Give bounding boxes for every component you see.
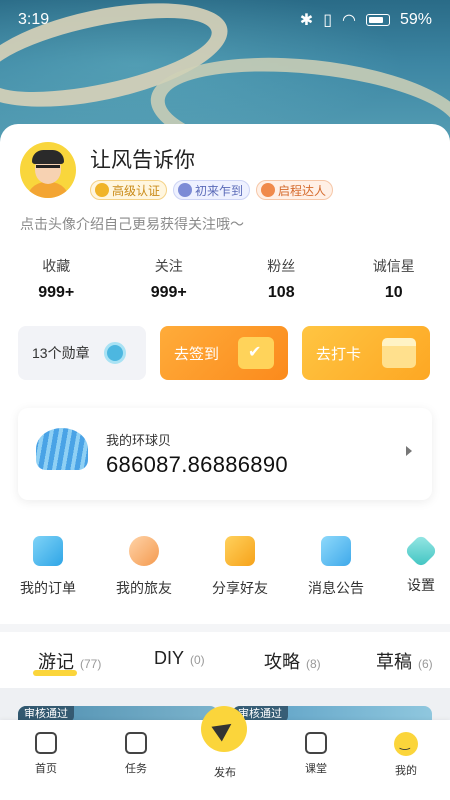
friends-icon (129, 536, 159, 566)
shell-label: 我的环球贝 (106, 433, 172, 448)
badge-newcomer[interactable]: 初来乍到 (173, 180, 251, 200)
status-time: 3:19 (18, 11, 50, 28)
medal-icon (103, 342, 126, 364)
bottom-nav: 首页 任务 发布 课堂 我的 (0, 706, 450, 800)
gift-check-icon (238, 337, 274, 369)
newcomer-icon (178, 183, 193, 197)
menu-share-friends[interactable]: 分享好友 (200, 536, 280, 598)
battery-percent: 59% (399, 11, 432, 28)
notice-icon (321, 536, 351, 566)
publish-button[interactable] (201, 706, 247, 752)
stat-favorites[interactable]: 收藏 999+ (0, 256, 113, 302)
classroom-icon (305, 732, 327, 754)
bluetooth-icon: ✱ (299, 12, 314, 29)
bio-hint[interactable]: 点击头像介绍自己更易获得关注哦～ (20, 214, 244, 234)
check-in-button[interactable]: 去打卡 (302, 326, 430, 380)
sign-in-button[interactable]: 去签到 (160, 326, 288, 380)
feature-menu: 我的订单 我的旅友 分享好友 消息公告 设置 (0, 534, 450, 600)
badge-verified[interactable]: 高级认证 (90, 180, 168, 200)
menu-notices[interactable]: 消息公告 (296, 536, 376, 598)
task-icon (125, 732, 147, 754)
settings-icon (404, 534, 438, 568)
stat-credit-stars[interactable]: 诚信星 10 (338, 256, 450, 302)
medals-button[interactable]: 13个勋章 (18, 326, 146, 380)
vibrate-icon: ▯ (323, 12, 332, 29)
paper-plane-icon (211, 716, 237, 742)
home-icon (35, 732, 57, 754)
stats-row: 收藏 999+ 关注 999+ 粉丝 108 诚信星 10 (0, 256, 450, 302)
badge-list: 高级认证 初来乍到 启程达人 (90, 180, 334, 200)
mine-icon (394, 732, 418, 756)
nav-home[interactable]: 首页 (16, 732, 76, 776)
battery-icon (365, 14, 390, 26)
content-tabs: 游记 (77) DIY (0) 攻略 (8) 草稿 (6) (0, 632, 450, 688)
tab-guides[interactable]: 攻略 (8) (264, 648, 321, 674)
traveler-icon (261, 183, 276, 197)
order-icon (33, 536, 63, 566)
action-row: 13个勋章 去签到 去打卡 (18, 326, 430, 380)
badge-traveler[interactable]: 启程达人 (256, 180, 334, 200)
shell-icon (36, 428, 88, 470)
chevron-right-icon (406, 446, 412, 456)
status-bar: 3:19 ✱ ▯ ◠ 59% (0, 0, 450, 40)
menu-my-travel-friends[interactable]: 我的旅友 (104, 536, 184, 598)
shell-balance: 686087.86886890 (106, 452, 288, 477)
wifi-icon: ◠ (342, 12, 356, 29)
nav-mine[interactable]: 我的 (376, 732, 436, 778)
tab-diy[interactable]: DIY (0) (154, 648, 205, 669)
verified-icon (95, 183, 109, 197)
nav-publish-label[interactable]: 发布 (195, 758, 255, 780)
stat-following[interactable]: 关注 999+ (113, 256, 226, 302)
avatar[interactable] (20, 142, 76, 198)
stat-fans[interactable]: 粉丝 108 (225, 256, 338, 302)
share-icon (225, 536, 255, 566)
profile-card: 让风告诉你 高级认证 初来乍到 启程达人 点击头像介绍自己更易获得关注哦～ 收藏… (0, 124, 450, 624)
shell-wallet-card[interactable]: 我的环球贝 686087.86886890 (18, 408, 432, 500)
card-icon (382, 338, 416, 368)
nav-classroom[interactable]: 课堂 (286, 732, 346, 776)
username: 让风告诉你 (90, 149, 195, 172)
nav-tasks[interactable]: 任务 (106, 732, 166, 776)
active-tab-indicator (33, 670, 77, 676)
tab-drafts[interactable]: 草稿 (6) (376, 648, 433, 674)
menu-settings[interactable]: 设置 (392, 534, 450, 595)
menu-my-orders[interactable]: 我的订单 (8, 536, 88, 598)
